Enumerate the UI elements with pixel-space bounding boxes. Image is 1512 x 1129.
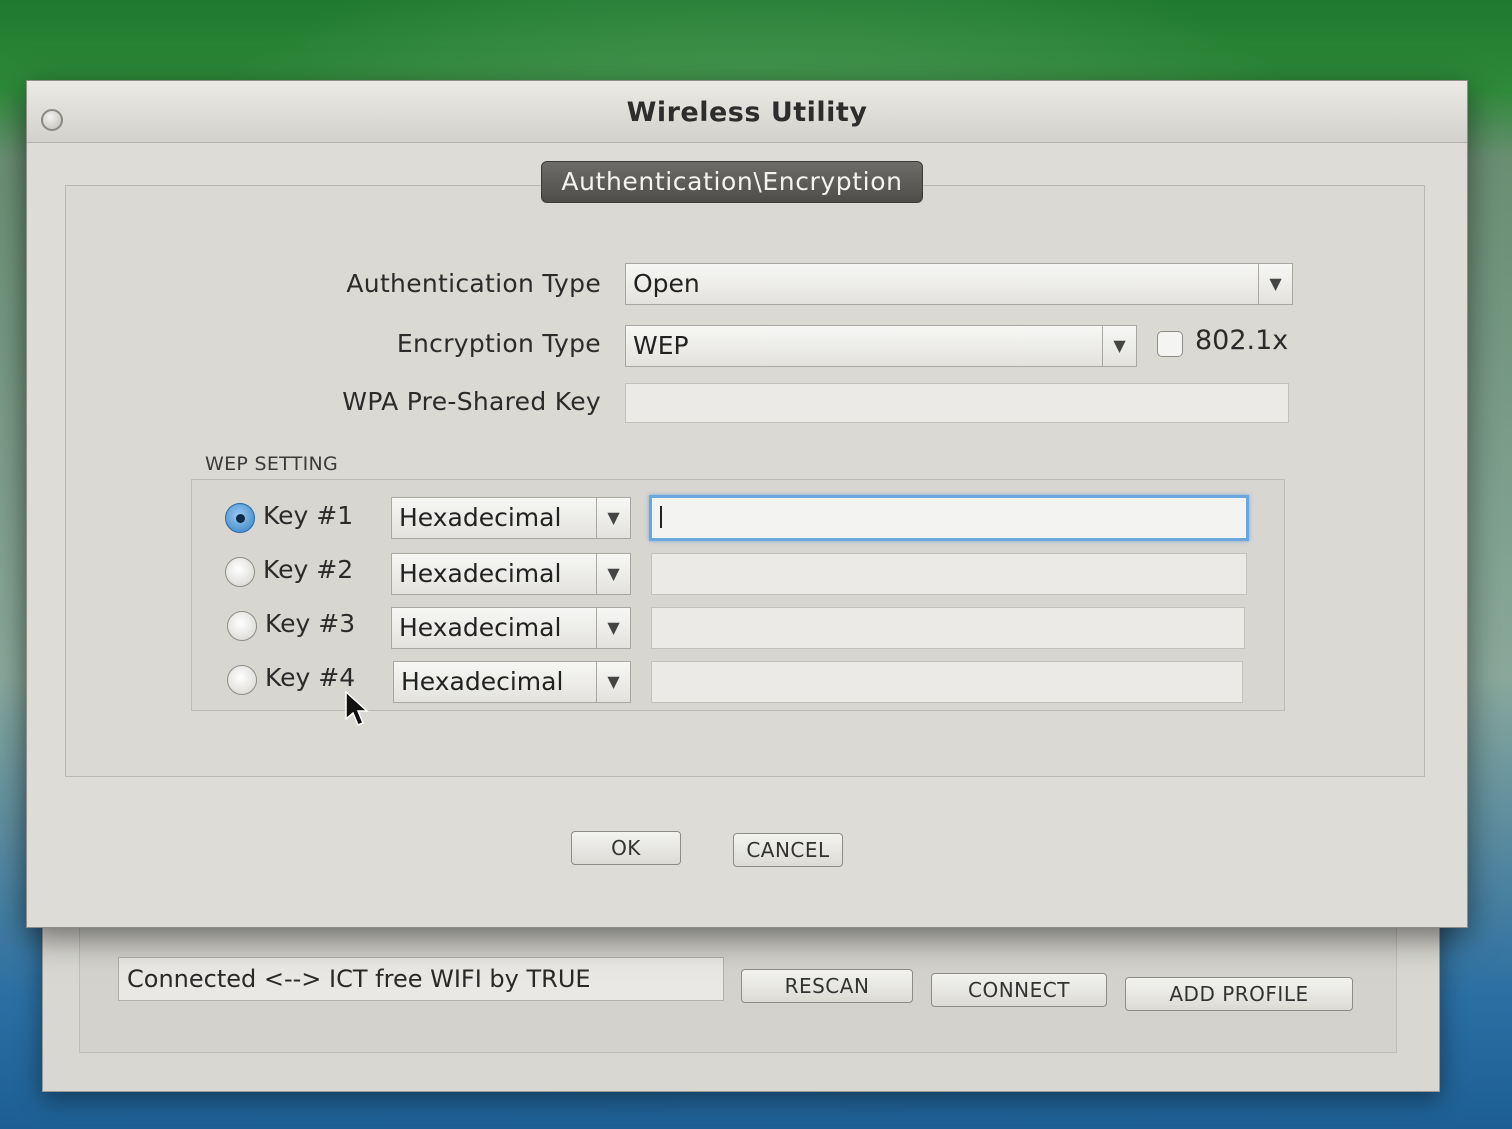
key4-format-value: Hexadecimal [401, 667, 564, 696]
key2-label: Key #2 [263, 555, 354, 584]
key3-radio[interactable] [227, 611, 257, 641]
chevron-down-icon[interactable]: ▼ [1258, 264, 1292, 304]
key1-input[interactable] [649, 495, 1249, 541]
ok-button[interactable]: OK [571, 831, 681, 865]
auth-type-label: Authentication Type [346, 269, 601, 298]
connect-button[interactable]: CONNECT [931, 973, 1107, 1007]
key1-radio[interactable] [225, 503, 255, 533]
key4-label: Key #4 [265, 663, 356, 692]
chevron-down-icon[interactable]: ▼ [1102, 326, 1136, 366]
wpa-psk-input[interactable] [625, 383, 1289, 423]
key3-label: Key #3 [265, 609, 356, 638]
wireless-utility-dialog: Wireless Utility Authentication\Encrypti… [26, 80, 1468, 928]
dot1x-label: 802.1x [1195, 325, 1289, 356]
key4-radio[interactable] [227, 665, 257, 695]
key3-format-value: Hexadecimal [399, 613, 562, 642]
key1-format-select[interactable]: Hexadecimal ▼ [391, 497, 631, 539]
encryption-type-label: Encryption Type [396, 329, 601, 358]
key2-format-select[interactable]: Hexadecimal ▼ [391, 553, 631, 595]
connection-status-field: Connected <--> ICT free WIFI by TRUE [118, 957, 724, 1001]
key4-format-select[interactable]: Hexadecimal ▼ [393, 661, 631, 703]
cursor-icon [345, 691, 369, 726]
auth-type-value: Open [633, 269, 700, 298]
chevron-down-icon[interactable]: ▼ [596, 498, 630, 538]
auth-type-select[interactable]: Open ▼ [625, 263, 1293, 305]
add-profile-button[interactable]: ADD PROFILE [1125, 977, 1353, 1011]
cancel-button[interactable]: CANCEL [733, 833, 843, 867]
chevron-down-icon[interactable]: ▼ [596, 554, 630, 594]
key4-input[interactable] [651, 661, 1243, 703]
key3-input[interactable] [651, 607, 1245, 649]
encryption-type-select[interactable]: WEP ▼ [625, 325, 1137, 367]
key2-format-value: Hexadecimal [399, 559, 562, 588]
text-caret [660, 506, 662, 528]
key2-input[interactable] [651, 553, 1247, 595]
wep-setting-title: WEP SETTING [205, 453, 339, 475]
window-title: Wireless Utility [626, 97, 868, 128]
key3-format-select[interactable]: Hexadecimal ▼ [391, 607, 631, 649]
tab-authentication-encryption[interactable]: Authentication\Encryption [541, 161, 923, 203]
key2-radio[interactable] [225, 557, 255, 587]
dot1x-checkbox[interactable] [1157, 331, 1183, 357]
key1-label: Key #1 [263, 501, 354, 530]
title-bar[interactable]: Wireless Utility [27, 81, 1467, 143]
wpa-psk-label: WPA Pre-Shared Key [342, 387, 601, 416]
radio-dot-icon [236, 514, 245, 523]
chevron-down-icon[interactable]: ▼ [596, 608, 630, 648]
chevron-down-icon[interactable]: ▼ [596, 662, 630, 702]
rescan-button[interactable]: RESCAN [741, 969, 913, 1003]
encryption-type-value: WEP [633, 331, 689, 360]
key1-format-value: Hexadecimal [399, 503, 562, 532]
